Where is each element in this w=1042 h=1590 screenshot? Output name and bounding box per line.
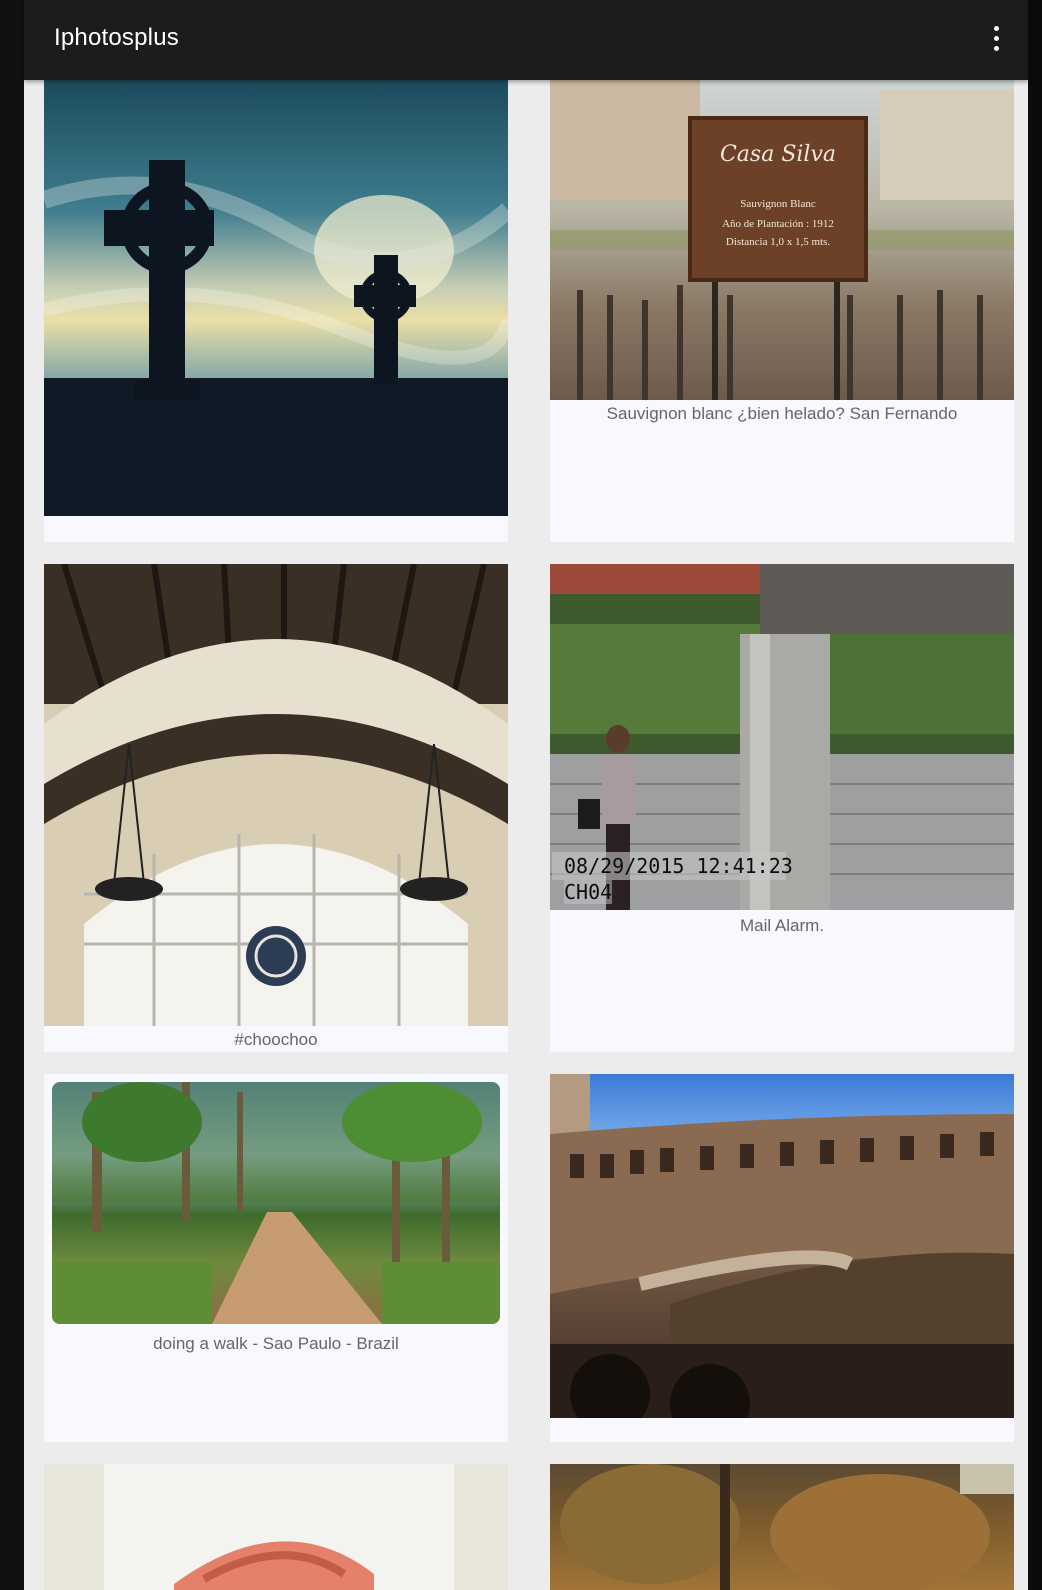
app-title: Iphotosplus [54, 24, 179, 51]
photo-vineyard-sign[interactable]: Casa Silva Sauvignon Blanc Año de Planta… [550, 80, 1014, 400]
photo-caption: Sauvignon blanc ¿bien helado? San Fernan… [606, 404, 958, 423]
photo-feed: Casa Silva Sauvignon Blanc Año de Planta… [24, 80, 1028, 1590]
photo-security-camera[interactable]: 08/29/2015 12:41:23 CH04 [550, 564, 1014, 910]
camera-channel: CH04 [564, 880, 613, 904]
photo-partial-right[interactable] [550, 1464, 1014, 1590]
sign-brand: Casa Silva [719, 142, 837, 167]
app-bar: Iphotosplus [24, 0, 1028, 80]
sign-line: Distancia 1,0 x 1,5 mts. [725, 236, 831, 248]
photo-card[interactable] [550, 1074, 1014, 1442]
photo-park-walk[interactable] [52, 1082, 500, 1324]
photo-card[interactable]: Casa Silva Sauvignon Blanc Año de Planta… [550, 80, 1014, 542]
photo-partial-left[interactable] [44, 1464, 508, 1590]
camera-timestamp: 08/29/2015 12:41:23 [564, 854, 793, 878]
left-edge [0, 0, 24, 1590]
photo-celtic-crosses[interactable] [44, 80, 508, 516]
overflow-menu-icon[interactable] [986, 24, 1006, 54]
photo-caption: #choochoo [234, 1030, 318, 1049]
sign-line: Sauvignon Blanc [740, 198, 816, 210]
photo-card[interactable] [44, 1464, 508, 1590]
photo-station-arch[interactable] [44, 564, 508, 1026]
photo-card[interactable]: 08/29/2015 12:41:23 CH04 Mail Alarm. [550, 564, 1014, 1052]
photo-card[interactable]: #choochoo [44, 564, 508, 1052]
photo-card[interactable]: doing a walk - Sao Paulo - Brazil [44, 1074, 508, 1442]
photo-colosseum[interactable] [550, 1074, 1014, 1418]
photo-card[interactable] [550, 1464, 1014, 1590]
photo-card[interactable] [44, 80, 508, 542]
photo-caption: Mail Alarm. [739, 916, 825, 935]
right-edge [1028, 0, 1042, 1590]
sign-line: Año de Plantación : 1912 [722, 218, 834, 230]
photo-caption: doing a walk - Sao Paulo - Brazil [153, 1334, 399, 1353]
